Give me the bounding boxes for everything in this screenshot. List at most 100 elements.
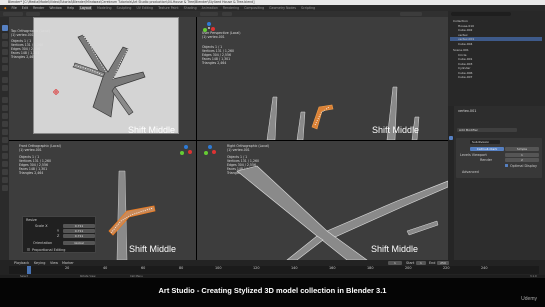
properties-editor[interactable]: vertex.001 Add Modifier Subdivision Catm… bbox=[448, 106, 545, 260]
move-tool-icon[interactable] bbox=[1, 41, 8, 47]
viewport-shading-buttons[interactable] bbox=[400, 12, 422, 16]
outliner[interactable]: Collection House.010 Cube.002 vertex ver… bbox=[448, 11, 545, 106]
blender-logo-icon[interactable]: ◆ bbox=[4, 6, 6, 10]
tab-texture-paint[interactable]: Texture Paint bbox=[158, 6, 179, 10]
shortcut-overlay: Shift Middle bbox=[129, 244, 177, 254]
shrink-fatten-tool-icon[interactable] bbox=[1, 169, 8, 175]
orientation-dropdown[interactable]: Global bbox=[63, 241, 95, 245]
frame-ruler[interactable]: 0 20 40 60 80 100 120 140 160 180 200 22… bbox=[9, 266, 539, 274]
proportional-editing-checkbox[interactable] bbox=[27, 248, 30, 251]
bevel-tool-icon[interactable] bbox=[1, 113, 8, 119]
edge-slide-tool-icon[interactable] bbox=[1, 161, 8, 167]
outliner-search[interactable] bbox=[451, 12, 511, 16]
modifier-name-field[interactable]: Subdivision bbox=[470, 140, 500, 144]
redo-panel-title: Resize bbox=[26, 218, 37, 222]
menu-help[interactable]: Help bbox=[67, 6, 74, 10]
tool-shelf bbox=[0, 17, 9, 260]
view-object: (1) vertex.001 bbox=[11, 33, 34, 37]
scale-y-field[interactable]: 0.711 bbox=[63, 229, 95, 233]
end-frame-field[interactable]: 250 bbox=[437, 261, 449, 265]
cursor-tool-icon[interactable] bbox=[1, 33, 8, 39]
scale-x-label: Scale X bbox=[35, 224, 48, 228]
outliner-row[interactable]: Cube.004 bbox=[450, 42, 542, 46]
tab-scripting[interactable]: Scripting bbox=[301, 6, 315, 10]
add-modifier-button[interactable]: Add Modifier bbox=[457, 128, 517, 132]
timeline-menu-keying[interactable]: Keying bbox=[34, 261, 45, 265]
scale-tool-icon[interactable] bbox=[1, 57, 8, 63]
playhead[interactable] bbox=[27, 266, 31, 274]
current-frame-field[interactable]: 1 bbox=[388, 261, 402, 265]
shear-tool-icon[interactable] bbox=[1, 177, 8, 183]
spin-tool-icon[interactable] bbox=[1, 145, 8, 151]
view-object: (1) vertex.001 bbox=[19, 148, 42, 152]
shortcut-overlay: Shift Middle bbox=[372, 125, 420, 135]
poly-build-tool-icon[interactable] bbox=[1, 137, 8, 143]
tick-label: 180 bbox=[367, 266, 374, 270]
transform-orientation-dropdown[interactable] bbox=[200, 12, 218, 16]
mode-dropdown[interactable] bbox=[3, 12, 23, 16]
timeline-menu-playback[interactable]: Playback bbox=[14, 261, 29, 265]
viewport-user-perspective[interactable]: User Perspective (Local) (1) vertex.001 … bbox=[197, 17, 448, 140]
scale-z-field[interactable]: 0.711 bbox=[63, 234, 95, 238]
tab-shading[interactable]: Shading bbox=[184, 6, 197, 10]
knife-tool-icon[interactable] bbox=[1, 129, 8, 135]
measure-tool-icon[interactable] bbox=[1, 85, 8, 91]
timeline[interactable]: Playback Keying View Marker 1 Start 1 En… bbox=[0, 260, 545, 275]
start-frame-field[interactable]: 1 bbox=[416, 261, 426, 265]
udemy-watermark: Udemy bbox=[521, 296, 537, 302]
levels-viewport-field[interactable]: 1 bbox=[505, 153, 539, 157]
tab-geometry-nodes[interactable]: Geometry Nodes bbox=[269, 6, 296, 10]
smooth-tool-icon[interactable] bbox=[1, 153, 8, 159]
end-label: End bbox=[429, 261, 436, 265]
menu-window[interactable]: Window bbox=[49, 6, 62, 10]
redo-panel[interactable]: Resize Scale X 0.711 Y 0.711 Z 0.711 Ori… bbox=[22, 216, 96, 253]
modifier-wrench-icon[interactable] bbox=[449, 136, 453, 140]
start-label: Start bbox=[406, 261, 415, 265]
transform-tool-icon[interactable] bbox=[1, 65, 8, 71]
snap-button[interactable] bbox=[222, 12, 232, 16]
select-box-tool-icon[interactable] bbox=[1, 25, 8, 31]
viewport-top-orthographic[interactable]: Top Orthographic (Local) (1) vertex.001 … bbox=[9, 17, 196, 140]
tree-top-view bbox=[53, 34, 146, 118]
tick-label: 80 bbox=[179, 266, 184, 270]
course-caption: Art Studio - Creating Stylized 3D model … bbox=[0, 278, 545, 307]
catmull-clark-tab[interactable]: Catmull-Clark bbox=[470, 147, 504, 151]
tick-label: 160 bbox=[329, 266, 336, 270]
tab-uv-editing[interactable]: UV Editing bbox=[136, 6, 153, 10]
scale-x-field[interactable]: 0.711 bbox=[63, 224, 95, 228]
levels-viewport-label: Levels Viewport bbox=[460, 153, 487, 157]
tab-modeling[interactable]: Modeling bbox=[97, 6, 112, 10]
tab-layout[interactable]: Layout bbox=[79, 6, 93, 10]
timeline-menu-view[interactable]: View bbox=[50, 261, 58, 265]
loop-cut-tool-icon[interactable] bbox=[1, 121, 8, 127]
render-levels-field[interactable]: 2 bbox=[505, 158, 539, 162]
shortcut-overlay: Shift Middle bbox=[371, 244, 419, 254]
optimal-display-checkbox[interactable] bbox=[505, 164, 508, 167]
menu-file[interactable]: File bbox=[11, 6, 16, 10]
menu-render[interactable]: Render bbox=[33, 6, 44, 10]
tab-compositing[interactable]: Compositing bbox=[244, 6, 264, 10]
simple-tab[interactable]: Simple bbox=[505, 147, 539, 151]
nav-gizmo-icon[interactable] bbox=[179, 144, 193, 158]
tick-label: 200 bbox=[405, 266, 412, 270]
tab-sculpting[interactable]: Sculpting bbox=[117, 6, 132, 10]
timeline-menu-marker[interactable]: Marker bbox=[62, 261, 74, 265]
outliner-row[interactable]: Cube.007 bbox=[450, 75, 542, 79]
tick-label: 20 bbox=[65, 266, 70, 270]
rip-tool-icon[interactable] bbox=[1, 185, 8, 191]
rotate-tool-icon[interactable] bbox=[1, 49, 8, 55]
annotate-tool-icon[interactable] bbox=[1, 77, 8, 83]
menu-edit[interactable]: Edit bbox=[22, 6, 28, 10]
select-mode-buttons[interactable] bbox=[26, 12, 40, 16]
tick-label: 100 bbox=[215, 266, 222, 270]
tab-animation[interactable]: Animation bbox=[202, 6, 218, 10]
tab-rendering[interactable]: Rendering bbox=[223, 6, 239, 10]
inset-tool-icon[interactable] bbox=[1, 105, 8, 111]
advanced-section[interactable]: Advanced bbox=[462, 170, 479, 174]
scale-z-label: Z bbox=[57, 234, 60, 238]
extrude-tool-icon[interactable] bbox=[1, 97, 8, 103]
tick-label: 220 bbox=[443, 266, 450, 270]
properties-tab-strip[interactable] bbox=[448, 106, 454, 260]
viewport-right-orthographic[interactable]: Right Orthographic (Local) (1) vertex.00… bbox=[197, 141, 448, 260]
tick-label: 120 bbox=[253, 266, 260, 270]
